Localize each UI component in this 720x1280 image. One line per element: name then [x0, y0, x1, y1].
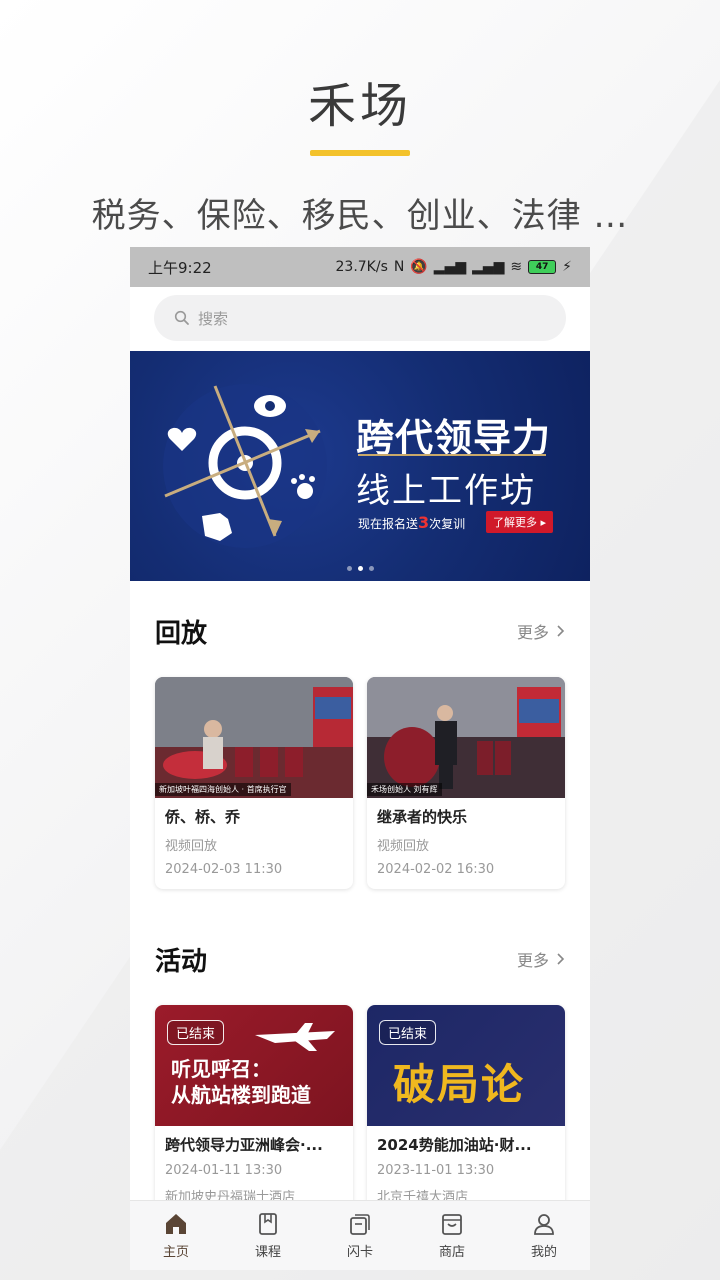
status-indicators: 23.7K/s N 🔕 ▂▄▆ ▂▄▆ ≋ 47 ⚡: [336, 259, 573, 275]
carousel-dot-active[interactable]: [357, 566, 363, 571]
tab-label: 我的: [530, 1245, 557, 1260]
tab-courses[interactable]: 课程: [228, 1211, 308, 1260]
tab-label: 商店: [438, 1245, 465, 1260]
replay-header: 回放 更多: [155, 581, 565, 677]
video-caption: 禾场创始人 刘有辉: [367, 783, 442, 796]
cards-icon: [350, 1214, 370, 1235]
event-banner: 已结束 破局论: [367, 1005, 565, 1126]
stage-scene-graphic: [155, 677, 353, 798]
more-label: 更多: [516, 623, 549, 642]
events-list: 已结束 听见呼召： 从航站楼到跑道 跨代领导力亚洲峰会·... 2024-01-…: [155, 1005, 565, 1217]
search-placeholder: 搜索: [198, 309, 229, 328]
banner-compass-graphic: [163, 384, 327, 548]
replay-list: 新加坡叶福四海创始人 · 首席执行官 侨、桥、乔 视频回放 2024-02-03…: [155, 677, 565, 889]
signal-icon-2: ▂▄▆: [472, 259, 505, 275]
home-icon: [166, 1214, 186, 1234]
tab-label: 主页: [162, 1245, 189, 1260]
chevron-right-icon: [557, 953, 565, 965]
search-area: 搜索: [130, 287, 590, 351]
tab-store[interactable]: 商店: [412, 1211, 492, 1260]
promo-title: 禾场: [307, 78, 412, 134]
tab-home[interactable]: 主页: [136, 1211, 216, 1260]
tagline-post: 次复训: [429, 517, 466, 531]
status-bar: 上午9:22 23.7K/s N 🔕 ▂▄▆ ▂▄▆ ≋ 47 ⚡: [130, 247, 590, 287]
status-badge: 已结束: [167, 1020, 225, 1045]
tab-label: 课程: [254, 1245, 281, 1260]
store-icon: [442, 1214, 462, 1235]
more-label: 更多: [516, 951, 549, 970]
nfc-icon: N: [393, 259, 405, 275]
wifi-icon: ≋: [510, 259, 523, 275]
promo-underline: [310, 150, 410, 156]
battery-icon: 47: [528, 260, 557, 274]
profile-icon: [534, 1214, 554, 1235]
network-speed: 23.7K/s: [335, 259, 388, 275]
tab-flashcards[interactable]: 闪卡: [320, 1211, 400, 1260]
video-thumbnail: 禾场创始人 刘有辉: [367, 677, 565, 798]
search-icon: [174, 310, 189, 325]
event-title: 跨代领导力亚洲峰会·...: [165, 1136, 323, 1154]
replay-more-link[interactable]: 更多: [517, 619, 565, 643]
carousel-indicators: [130, 566, 590, 571]
replay-card[interactable]: 新加坡叶福四海创始人 · 首席执行官 侨、桥、乔 视频回放 2024-02-03…: [155, 677, 353, 889]
status-time: 上午9:22: [148, 258, 212, 277]
replay-title: 侨、桥、乔: [165, 808, 241, 826]
tagline-number: 3: [418, 513, 430, 532]
carousel-dot[interactable]: [346, 566, 352, 571]
tab-label: 闪卡: [346, 1245, 373, 1260]
replay-title: 继承者的快乐: [377, 808, 468, 826]
tab-profile[interactable]: 我的: [504, 1211, 584, 1260]
card-body: 侨、桥、乔 视频回放 2024-02-03 11:30: [155, 798, 353, 889]
event-banner-text: 破局论: [393, 1060, 526, 1109]
replay-time: 2024-02-03 11:30: [165, 862, 283, 877]
event-card[interactable]: 已结束 破局论 2024势能加油站·财... 2023-11-01 13:30 …: [367, 1005, 565, 1217]
bottom-tab-bar: 主页 课程 闪卡 商店 我的: [130, 1200, 590, 1270]
video-thumbnail: 新加坡叶福四海创始人 · 首席执行官: [155, 677, 353, 798]
banner-tagline: 现在报名送3次复训: [358, 513, 465, 532]
section-title: 活动: [155, 946, 208, 977]
event-card[interactable]: 已结束 听见呼召： 从航站楼到跑道 跨代领导力亚洲峰会·... 2024-01-…: [155, 1005, 353, 1217]
section-title: 回放: [155, 618, 208, 649]
event-time: 2023-11-01 13:30: [377, 1163, 495, 1178]
replay-time: 2024-02-02 16:30: [377, 862, 495, 877]
chevron-right-icon: [557, 625, 565, 637]
carousel-dot[interactable]: [368, 566, 374, 571]
search-input[interactable]: 搜索: [154, 295, 566, 341]
events-more-link[interactable]: 更多: [517, 947, 565, 971]
status-badge: 已结束: [379, 1020, 437, 1045]
signal-icon: ▂▄▆: [433, 259, 467, 275]
replay-section: 回放 更多 新加坡叶福四海创始人 · 首席执行官 侨、桥、乔 视频回放 2024…: [130, 581, 590, 903]
card-body: 继承者的快乐 视频回放 2024-02-02 16:30: [367, 798, 565, 889]
banner-divider: [358, 454, 546, 456]
carousel-banner[interactable]: 跨代领导力 线上工作坊 现在报名送3次复训 了解更多 ▸: [130, 351, 590, 581]
banner-subtitle: 线上工作坊: [356, 471, 536, 511]
mute-icon: 🔕: [410, 259, 428, 275]
replay-type: 视频回放: [165, 839, 218, 854]
video-caption: 新加坡叶福四海创始人 · 首席执行官: [155, 783, 291, 796]
event-title: 2024势能加油站·财...: [377, 1136, 532, 1154]
promo-subtitle: 税务、保险、移民、创业、法律 …: [91, 196, 629, 236]
tagline-pre: 现在报名送: [358, 517, 419, 531]
replay-type: 视频回放: [377, 839, 430, 854]
replay-card[interactable]: 禾场创始人 刘有辉 继承者的快乐 视频回放 2024-02-02 16:30: [367, 677, 565, 889]
event-banner-line2: 从航站楼到跑道: [171, 1083, 311, 1107]
event-banner-line1: 听见呼召：: [171, 1057, 271, 1081]
event-time: 2024-01-11 13:30: [165, 1163, 283, 1178]
learn-more-button[interactable]: 了解更多 ▸: [486, 511, 554, 533]
event-banner: 已结束 听见呼召： 从航站楼到跑道: [155, 1005, 353, 1126]
charging-icon: ⚡: [562, 259, 572, 275]
phone-screen: 上午9:22 23.7K/s N 🔕 ▂▄▆ ▂▄▆ ≋ 47 ⚡ 搜索 跨代领…: [130, 247, 590, 1270]
stage-scene-graphic: [367, 677, 565, 798]
events-header: 活动 更多: [155, 909, 565, 1005]
bookmark-icon: [259, 1213, 277, 1235]
